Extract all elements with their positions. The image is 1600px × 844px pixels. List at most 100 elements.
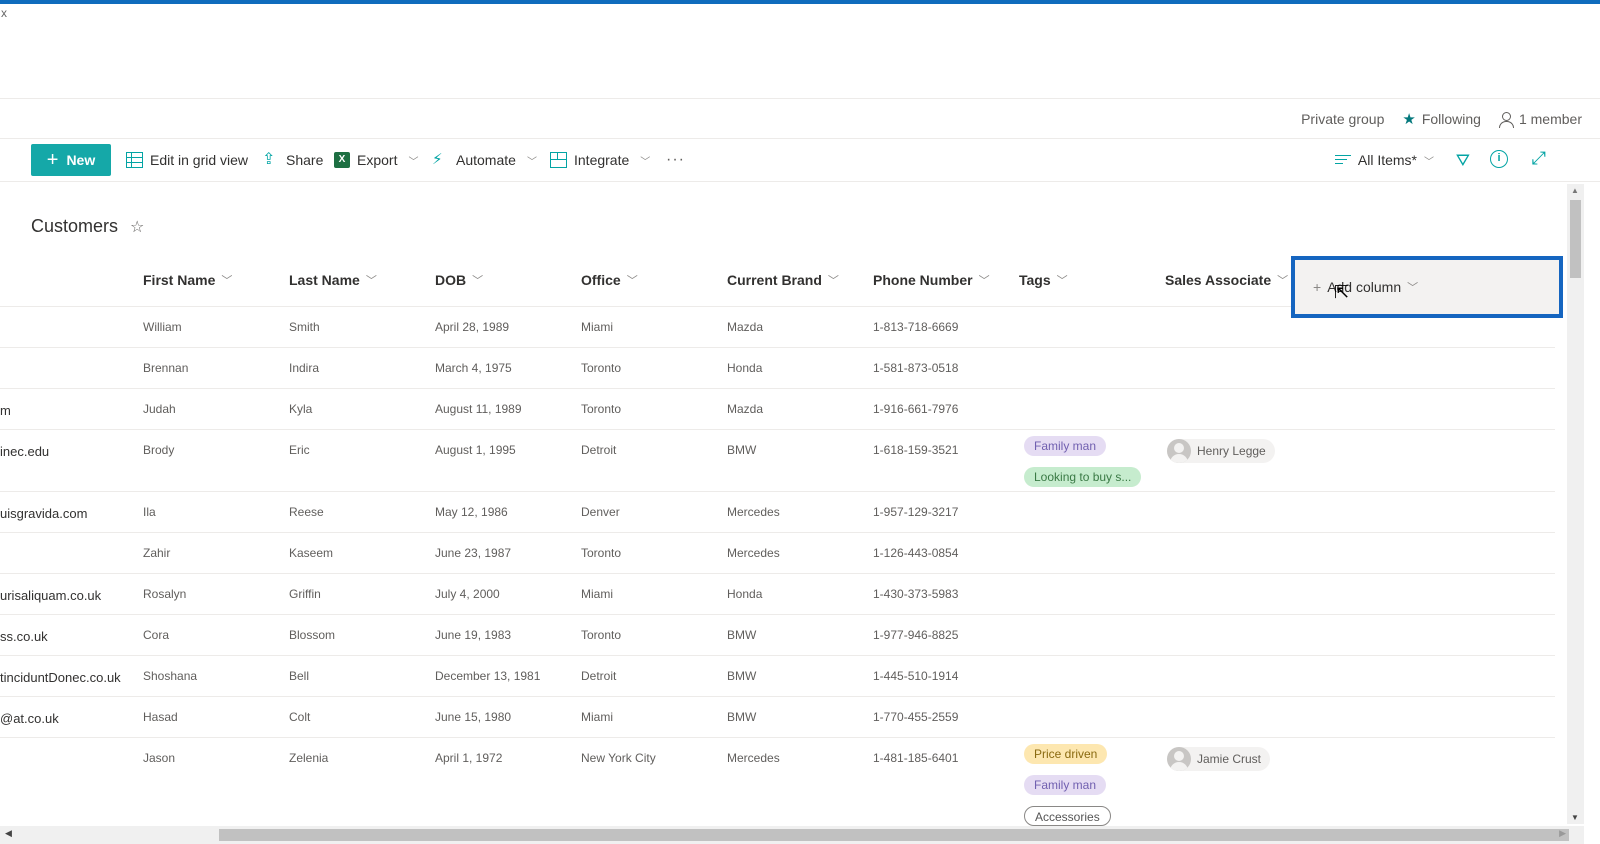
vertical-scrollbar[interactable]: ▲ ▼ [1567,184,1584,824]
page-title: Customers [31,216,119,236]
table-row[interactable]: uisgravida.com Ila Reese May 12, 1986 Denver… [0,492,1555,533]
list-title-row: Customers ☆ [31,216,144,237]
add-column-button[interactable]: + Add column ﹀ [1313,260,1418,314]
expand-icon[interactable]: ⤢ [1532,148,1546,169]
integrate-button[interactable]: Integrate ﹀ [550,139,650,181]
tag-pill[interactable]: Accessories [1024,806,1111,826]
vertical-scroll-thumb[interactable] [1570,200,1581,278]
column-header-tags[interactable]: Tags ﹀ [1019,258,1068,302]
tag-pill[interactable]: Family man [1024,775,1107,795]
cell-brand: Honda [727,587,763,601]
column-header-phone-number[interactable]: Phone Number ﹀ [873,258,990,302]
new-label: New [66,152,96,168]
automate-button[interactable]: ⚡ Automate ﹀ [432,139,537,181]
column-header-first-name[interactable]: First Name ﹀ [143,258,232,302]
export-button[interactable]: X Export ﹀ [334,139,418,181]
chevron-down-icon: ﹀ [640,156,651,168]
cell-office: Denver [581,505,620,519]
column-header-current-brand[interactable]: Current Brand ﹀ [727,258,839,302]
column-header-label: DOB [435,272,467,288]
scroll-up-icon[interactable]: ▲ [1571,186,1579,195]
close-icon[interactable]: x [1,6,7,20]
cell-brand: Mercedes [727,751,780,765]
cell-first: Rosalyn [143,587,187,601]
person-chip[interactable]: Henry Legge [1167,439,1275,463]
table-row[interactable]: tinciduntDonec.co.uk Shoshana Bell December… [0,656,1555,697]
person-chip[interactable]: Jamie Crust [1167,747,1271,771]
column-header-label: Sales Associate [1165,272,1272,288]
plus-icon: + [1313,279,1322,295]
members-button[interactable]: 1 member [1498,111,1582,128]
view-selector[interactable]: All Items* ﹀ [1334,139,1434,181]
cell-dob: June 23, 1987 [435,546,512,560]
cell-dob: December 13, 1981 [435,669,541,683]
tag-pill[interactable]: Price driven [1024,744,1108,764]
chevron-down-icon: ﹀ [1277,275,1289,287]
table-row[interactable]: Jason Zelenia April 1, 1972 New York City Me… [0,738,1555,838]
cell-last: Reese [289,505,324,519]
privacy-label: Private group [1301,111,1385,127]
cell-dob: June 15, 1980 [435,710,512,724]
person-icon [1498,111,1514,128]
integrate-icon [550,152,567,168]
cell-first: Shoshana [143,669,198,683]
column-header-label: Last Name [289,272,360,288]
column-header-sales-associate[interactable]: Sales Associate ﹀ [1165,258,1288,302]
scroll-left-icon[interactable]: ◀ [5,828,12,839]
cell-office: Miami [581,587,613,601]
tag-pill[interactable]: Family man [1024,436,1107,456]
horizontal-scroll-thumb[interactable] [219,829,1569,841]
column-header-last-name[interactable]: Last Name ﹀ [289,258,377,302]
grid-icon [126,152,143,168]
cell-phone: 1-770-455-2559 [873,710,959,724]
chevron-down-icon: ﹀ [626,275,638,287]
column-header-label: Tags [1019,272,1051,288]
scroll-down-icon[interactable]: ▼ [1571,813,1579,822]
column-header-label: Office [581,272,621,288]
cell-phone: 1-813-718-6669 [873,320,959,334]
command-bar: + New Edit in grid view ⇪ Share X Export… [0,138,1600,182]
chevron-down-icon: ﹀ [1056,275,1068,287]
person-name: Jamie Crust [1197,752,1262,766]
cell-last: Bell [289,669,310,683]
table-row[interactable]: inec.edu Brody Eric August 1, 1995 Detroit BM… [0,430,1555,492]
cell-first: Hasad [143,710,178,724]
horizontal-scrollbar[interactable]: ◀ ▶ [0,826,1584,844]
cell-office: Miami [581,320,613,334]
scroll-right-icon[interactable]: ▶ [1559,828,1566,839]
view-label: All Items* [1357,152,1417,168]
star-filled-icon: ★ [1402,111,1416,128]
column-header-office[interactable]: Office ﹀ [581,258,638,302]
add-column-highlight[interactable]: + Add column ﹀ [1291,256,1563,318]
info-icon[interactable]: i [1490,150,1508,168]
table-row[interactable]: urisaliquam.co.uk Rosalyn Griffin July 4, 2… [0,574,1555,615]
cell-email: tinciduntDonec.co.uk [0,670,121,685]
table-row[interactable]: Brennan Indira March 4, 1975 Toronto Honda 1-… [0,348,1555,389]
filter-icon[interactable]: ⛛ [1456,151,1470,171]
integrate-label: Integrate [574,152,630,168]
cell-brand: Mercedes [727,505,780,519]
cell-phone: 1-430-373-5983 [873,587,959,601]
cell-last: Griffin [289,587,321,601]
favorite-star-icon[interactable]: ☆ [130,217,144,237]
share-button[interactable]: ⇪ Share [262,139,323,181]
column-header-dob[interactable]: DOB ﹀ [435,258,483,302]
edit-grid-view-button[interactable]: Edit in grid view [126,139,248,181]
tag-pill[interactable]: Looking to buy s... [1024,467,1142,487]
table-row[interactable]: @at.co.uk Hasad Colt June 15, 1980 Miami BMW 1… [0,697,1555,738]
table-row[interactable]: Zahir Kaseem June 23, 1987 Toronto Mercedes 1… [0,533,1555,574]
cell-brand: Mazda [727,320,764,334]
cell-last: Kyla [289,402,313,416]
following-button[interactable]: ★ Following [1402,110,1481,128]
chevron-down-icon: ﹀ [221,275,233,287]
more-button[interactable]: ··· [666,139,685,181]
top-accent-bar [0,0,1600,4]
cell-brand: BMW [727,710,757,724]
cell-office: Miami [581,710,613,724]
cell-last: Blossom [289,628,336,642]
chevron-down-icon: ﹀ [408,156,419,168]
table-row[interactable]: m Judah Kyla August 11, 1989 Toronto Mazda 1-9… [0,389,1555,430]
table-row[interactable]: ss.co.uk Cora Blossom June 19, 1983 Toronto B… [0,615,1555,656]
new-button[interactable]: + New [31,144,111,176]
cell-dob: March 4, 1975 [435,361,512,375]
